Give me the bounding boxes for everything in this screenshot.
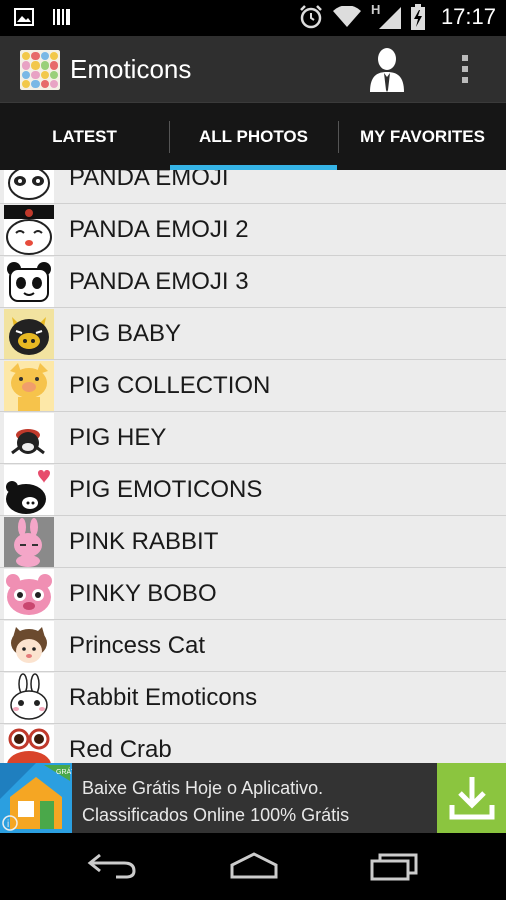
action-bar: Emoticons <box>0 36 506 102</box>
pig-collection-thumbnail <box>4 361 54 411</box>
list-item[interactable]: PINKY BOBO <box>0 568 506 620</box>
red-crab-thumbnail <box>4 725 54 763</box>
navigation-bar <box>0 833 506 900</box>
list-item-label: PIG HEY <box>69 424 167 451</box>
list-item-label: PANDA EMOJI <box>69 170 229 191</box>
signal-icon <box>378 7 401 29</box>
pig-emoticons-thumbnail <box>4 465 54 515</box>
pig-baby-thumbnail <box>4 309 54 359</box>
status-time: 17:17 <box>440 4 496 29</box>
battery-charging-icon <box>410 4 425 30</box>
ad-banner[interactable]: GRÁTIS i Baixe Grátis Hoje o Aplicativo.… <box>0 763 506 833</box>
recent-apps-icon[interactable] <box>368 851 420 881</box>
image-icon <box>14 8 34 26</box>
list-item-label: Red Crab <box>69 736 172 763</box>
rabbit-emoticons-thumbnail <box>4 673 54 723</box>
status-bar: H 17:17 <box>0 0 506 36</box>
list-item-label: PINKY BOBO <box>69 580 217 607</box>
list-item[interactable]: PIG BABY <box>0 308 506 360</box>
list-item[interactable]: PANDA EMOJI <box>0 170 506 204</box>
back-icon[interactable] <box>86 851 138 879</box>
ad-line-1: Baixe Grátis Hoje o Aplicativo. <box>82 778 324 798</box>
list-item[interactable]: Rabbit Emoticons <box>0 672 506 724</box>
list-item[interactable]: Princess Cat <box>0 620 506 672</box>
list-item-label: PIG EMOTICONS <box>69 476 263 503</box>
list-item[interactable]: Red Crab <box>0 724 506 763</box>
download-icon <box>449 777 494 820</box>
list-item-label: Princess Cat <box>69 632 206 659</box>
list-item[interactable]: PANDA EMOJI 3 <box>0 256 506 308</box>
list-item-label: PANDA EMOJI 3 <box>69 268 249 295</box>
list-item-label: Rabbit Emoticons <box>69 684 258 711</box>
emoticon-list[interactable]: PANDA EMOJI PANDA EMOJI 2 PANDA EMOJI 3 … <box>0 170 506 763</box>
pink-rabbit-thumbnail <box>4 517 54 567</box>
list-item[interactable]: PIG COLLECTION <box>0 360 506 412</box>
list-item-label: PIG COLLECTION <box>69 372 271 399</box>
list-item-label: PIG BABY <box>69 320 182 347</box>
wifi-icon <box>332 6 361 27</box>
alarm-icon <box>300 5 322 29</box>
tab-bar: LATEST ALL PHOTOS MY FAVORITES <box>0 102 506 171</box>
ad-line-2: Classificados Online 100% Grátis <box>82 805 350 825</box>
ad-text[interactable]: Baixe Grátis Hoje o Aplicativo. Classifi… <box>82 775 349 829</box>
list-item-label: PANDA EMOJI 2 <box>69 216 249 243</box>
list-item[interactable]: PINK RABBIT <box>0 516 506 568</box>
list-item[interactable]: PIG EMOTICONS <box>0 464 506 516</box>
barcode-icon <box>53 9 70 25</box>
panda-emoji-2-thumbnail <box>4 205 54 255</box>
list-item[interactable]: PANDA EMOJI 2 <box>0 204 506 256</box>
tab-my-favorites[interactable]: MY FAVORITES <box>339 103 506 171</box>
ad-download-button[interactable] <box>437 763 506 833</box>
list-item-label: PINK RABBIT <box>69 528 219 555</box>
panda-emoji-thumbnail <box>4 170 54 203</box>
user-account-icon[interactable] <box>368 46 406 92</box>
pinky-bobo-thumbnail <box>4 569 54 619</box>
svg-text:i: i <box>7 819 9 830</box>
home-icon[interactable] <box>226 851 282 881</box>
princess-cat-thumbnail <box>4 621 54 671</box>
ad-app-icon[interactable]: GRÁTIS i <box>0 763 72 833</box>
app-logo[interactable] <box>20 50 60 90</box>
pig-hey-thumbnail <box>4 413 54 463</box>
list-item[interactable]: PIG HEY <box>0 412 506 464</box>
tab-latest[interactable]: LATEST <box>0 103 169 171</box>
tab-all-photos[interactable]: ALL PHOTOS <box>170 103 337 171</box>
ad-badge-text: GRÁTIS <box>56 767 72 776</box>
overflow-menu-icon[interactable] <box>458 53 472 85</box>
app-title: Emoticons <box>70 54 192 84</box>
panda-emoji-3-thumbnail <box>4 257 54 307</box>
